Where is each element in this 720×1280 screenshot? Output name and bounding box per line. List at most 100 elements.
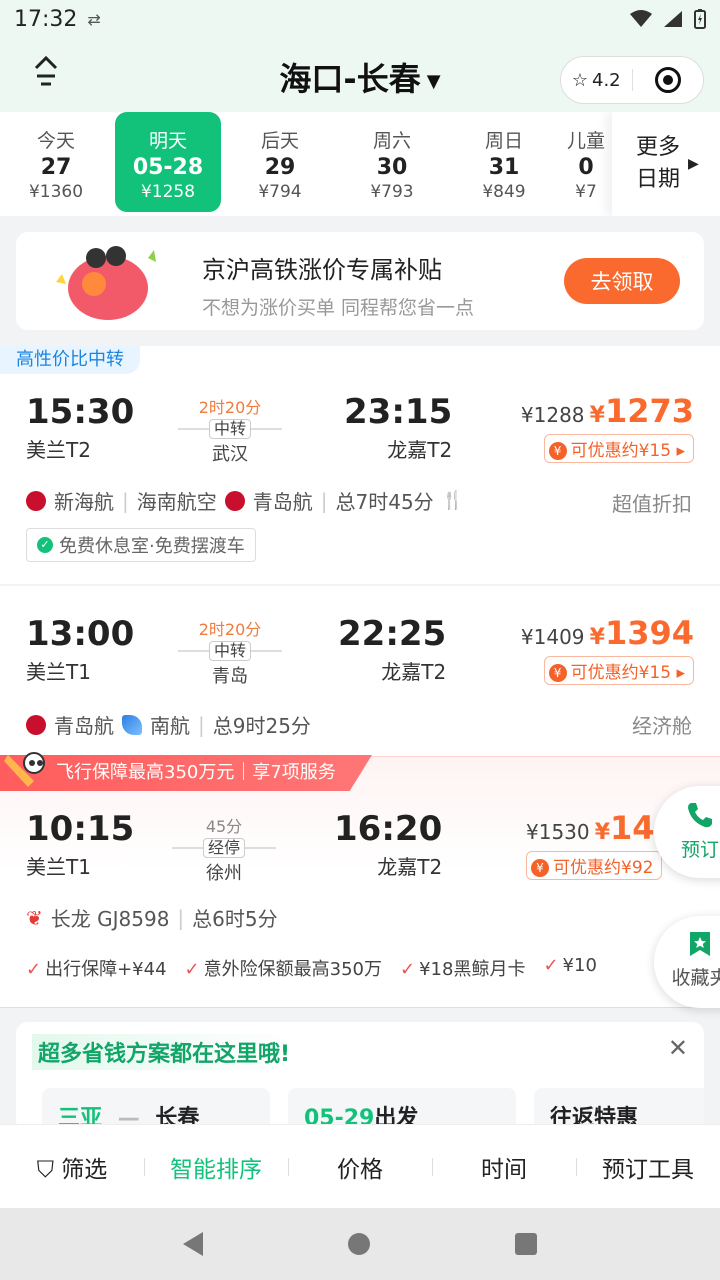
rating-button[interactable]: ☆ 4.2	[561, 70, 632, 91]
service-item: ✓ 出行保障+¥44	[26, 955, 167, 981]
date-label: 今天	[36, 130, 75, 152]
more-dates-line2: 日期	[636, 167, 681, 192]
flight-guarantee-banner: 飞行保障最高350万元｜享7项服务	[0, 755, 372, 791]
discount-price: ¥14	[594, 809, 655, 847]
price-box: ¥1530 ¥14 ¥ 可优惠约¥92	[526, 809, 663, 880]
cabin-class: 超值折扣	[612, 492, 692, 516]
close-icon[interactable]: ✕	[668, 1034, 688, 1062]
arrival: 16:20 龙嘉T2	[334, 809, 442, 880]
service-list: ✓ 出行保障+¥44 ✓ 意外险保额最高350万 ✓ ¥18黑鲸月卡 ✓ ¥10	[26, 955, 597, 981]
airline-name: 青岛航	[252, 490, 313, 514]
filter-button[interactable]: ⛉ 筛选	[0, 1150, 144, 1184]
filter-label: 筛选	[61, 1156, 108, 1183]
date-item-childrens-day[interactable]: 儿童 0 ¥7	[560, 112, 612, 212]
divider: |	[198, 712, 205, 737]
target-icon	[654, 67, 681, 93]
date-item-tomorrow[interactable]: 明天 05-28 ¥1258	[115, 112, 221, 212]
transfer-type: 中转	[208, 419, 251, 439]
check-circle-icon: ✓	[37, 537, 53, 553]
service-text: ¥18黑鲸月卡	[419, 959, 526, 980]
date-price: ¥794	[258, 182, 302, 202]
divider: |	[122, 488, 129, 513]
departure-airport: 美兰T1	[26, 660, 91, 684]
promo-title: 京沪高铁涨价专属补贴	[202, 256, 442, 284]
transfer-city: 武汉	[212, 444, 248, 465]
more-dates-button[interactable]: 更多 日期 ▶	[612, 112, 720, 216]
close-miniapp-button[interactable]	[633, 67, 704, 93]
date-price: ¥849	[482, 182, 526, 202]
more-dates-line1: 更多	[636, 135, 681, 160]
price-box: ¥1409 ¥1394 ¥ 可优惠约¥15 ▸	[521, 614, 694, 685]
date-item-day-after[interactable]: 后天 29 ¥794	[224, 112, 336, 212]
service-item: ✓ ¥10	[543, 955, 596, 981]
departure-time: 10:15	[26, 809, 135, 849]
total-duration: 总9时25分	[212, 714, 311, 738]
airline-row: 新海航 | 海南航空 青岛航 | 总7时45分 🍴	[26, 486, 464, 515]
china-southern-logo-icon	[122, 714, 142, 735]
coupon-badge[interactable]: ¥ 可优惠约¥92	[526, 851, 663, 880]
flight-card[interactable]: 高性价比中转 15:30 美兰T2 2时20分 中转 武汉 23:15 龙嘉T2…	[0, 346, 720, 584]
date-item-sunday[interactable]: 周日 31 ¥849	[448, 112, 560, 212]
transfer-info: 2时20分 中转 武汉	[178, 394, 282, 466]
date-day: 31	[488, 155, 520, 180]
stopover-info: 45分 经停 徐州	[172, 813, 276, 885]
nav-back-icon[interactable]	[182, 1232, 203, 1256]
transfer-city: 青岛	[212, 666, 248, 687]
savings-title: 超多省钱方案都在这里哦!	[32, 1034, 297, 1070]
discount-price-value: 1273	[604, 392, 694, 430]
arrival-time: 22:25	[338, 614, 447, 654]
bottom-toolbar: ⛉ 筛选 智能排序 价格 时间 预订工具	[0, 1124, 720, 1208]
phone-icon	[688, 803, 712, 828]
smart-sort-button[interactable]: 智能排序	[144, 1150, 288, 1184]
time-sort-button[interactable]: 时间	[432, 1150, 576, 1184]
sync-icon: ⇄	[87, 9, 101, 29]
caret-down-icon: ▼	[426, 70, 441, 92]
departure: 10:15 美兰T1	[26, 809, 134, 880]
qingdao-airlines-logo-icon	[26, 714, 46, 735]
service-text: ¥10	[562, 955, 597, 976]
coupon-badge[interactable]: ¥ 可优惠约¥15 ▸	[543, 434, 694, 463]
meal-icon: 🍴	[441, 490, 465, 511]
favorites-label: 收藏夹	[671, 967, 720, 989]
coupon-icon: ¥	[548, 442, 567, 460]
coupon-badge[interactable]: ¥ 可优惠约¥15 ▸	[543, 656, 694, 685]
flight-card[interactable]: 飞行保障最高350万元｜享7项服务 10:15 美兰T1 45分 经停 徐州 1…	[0, 752, 720, 1008]
date-day: 29	[264, 155, 296, 180]
divider: |	[177, 905, 185, 930]
qingdao-airlines-logo-icon	[224, 490, 245, 511]
arrival-airport: 龙嘉T2	[381, 660, 447, 684]
transfer-duration: 2时20分	[198, 620, 262, 639]
rating-value: 4.2	[592, 69, 621, 91]
service-item: ✓ 意外险保额最高350万	[185, 955, 382, 981]
original-price: ¥1530	[526, 820, 590, 844]
star-icon: ☆	[571, 69, 588, 91]
miniapp-capsule: ☆ 4.2	[560, 56, 704, 104]
flight-card[interactable]: 13:00 美兰T1 2时20分 中转 青岛 22:25 龙嘉T2 ¥1409 …	[0, 586, 720, 756]
service-item: ✓ ¥18黑鲸月卡	[400, 955, 525, 981]
coupon-icon: ¥	[548, 664, 567, 682]
date-day: 30	[376, 155, 408, 180]
claim-button[interactable]: 去领取	[564, 258, 680, 304]
nav-home-icon[interactable]	[347, 1233, 370, 1255]
airline-name: 海南航空	[136, 490, 217, 514]
airline-name: 青岛航	[54, 714, 114, 738]
date-item-saturday[interactable]: 周六 30 ¥793	[336, 112, 448, 212]
check-icon: ✓	[400, 959, 416, 980]
coupon-text: 可优惠约¥15	[570, 441, 672, 461]
check-icon: ✓	[543, 955, 559, 976]
transfer-duration: 2时20分	[198, 398, 262, 417]
arrival: 23:15 龙嘉T2	[344, 392, 452, 463]
promo-text: 京沪高铁涨价专属补贴 不想为涨价买单 同程帮您省一点	[202, 250, 474, 320]
arrival-time: 23:15	[344, 392, 453, 432]
date-item-today[interactable]: 今天 27 ¥1360	[0, 112, 112, 212]
booking-tools-button[interactable]: 预订工具	[576, 1150, 720, 1184]
promo-banner[interactable]: 京沪高铁涨价专属补贴 不想为涨价买单 同程帮您省一点 去领取	[16, 232, 704, 330]
transfer-type: 中转	[208, 641, 251, 661]
chevron-right-icon: ▶	[688, 156, 699, 172]
date-label: 周日	[484, 130, 523, 152]
date-day: 27	[40, 155, 72, 180]
filter-icon: ⛉	[36, 1156, 54, 1183]
coupon-text: 可优惠约¥15	[570, 663, 672, 683]
nav-recents-icon[interactable]	[515, 1233, 538, 1255]
price-sort-button[interactable]: 价格	[288, 1150, 432, 1184]
